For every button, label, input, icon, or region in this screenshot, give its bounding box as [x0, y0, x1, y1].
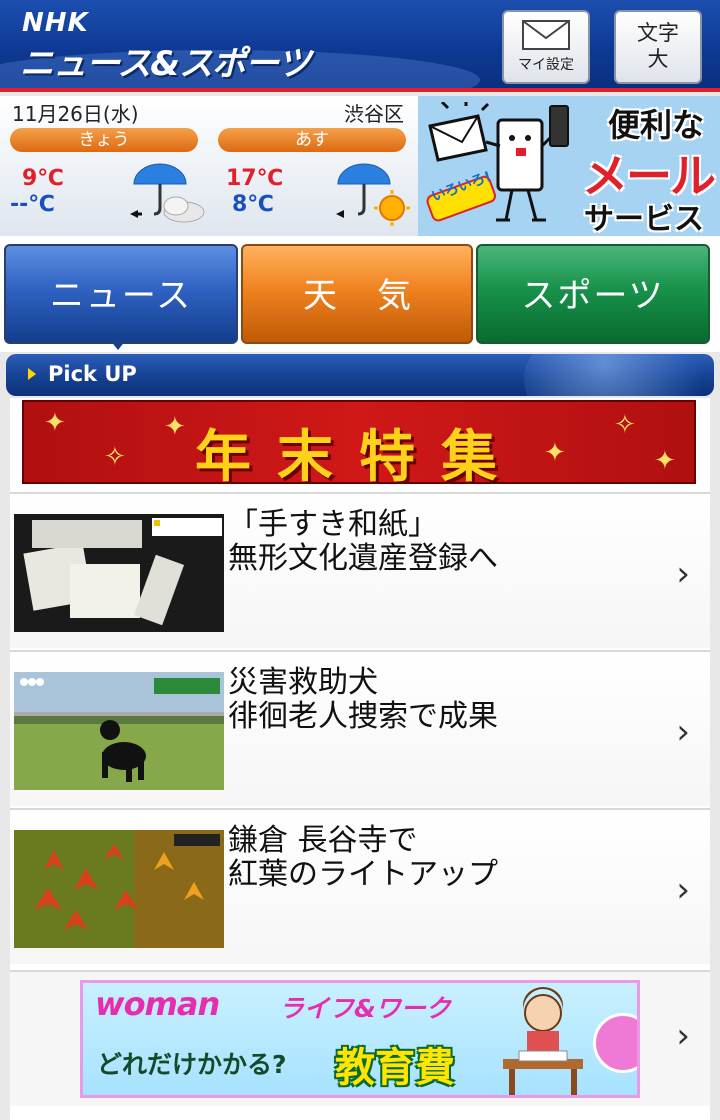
- chevron-right-icon: ›: [676, 554, 690, 594]
- pickup-header: Pick UP: [6, 354, 714, 396]
- news-thumbnail-dog: [14, 672, 224, 790]
- tab-weather[interactable]: 天気: [241, 244, 473, 344]
- news-headline: 災害救助犬 徘徊老人捜索で成果: [228, 665, 498, 734]
- today-label: きょう: [10, 128, 198, 152]
- text-size-label-2: 大: [647, 47, 669, 71]
- woman-ad-sub: ライフ&ワーク: [279, 994, 451, 1023]
- mail-ad-line3: サービス: [584, 202, 704, 236]
- chevron-right-icon: ›: [676, 870, 690, 910]
- student-illustration-icon: [503, 987, 583, 1095]
- chevron-right-icon: ›: [676, 1016, 690, 1056]
- news-item[interactable]: 鎌倉 長谷寺で 紅葉のライトアップ ›: [10, 808, 710, 964]
- globe-decoration: [524, 354, 714, 396]
- woman-ad-brand: woman: [95, 985, 220, 1023]
- active-tab-pointer: [110, 340, 126, 350]
- woman-ad-question: どれだけかかる?: [97, 1050, 287, 1079]
- tomorrow-high: 17℃: [226, 166, 284, 191]
- tab-sports[interactable]: スポーツ: [476, 244, 710, 344]
- category-tabs: ニュース 天気 スポーツ: [0, 236, 720, 352]
- text-size-button[interactable]: 文字 大: [614, 10, 702, 84]
- news-headline: 「手すき和紙」 無形文化遺産登録へ: [228, 507, 498, 576]
- banner-title: 年末特集: [195, 425, 523, 484]
- rain-sun-icon: [336, 163, 410, 226]
- year-end-special-banner[interactable]: ✦ ✧ ✦ ✦ ✧ ✦ 年末特集: [22, 400, 696, 484]
- news-item[interactable]: 「手すき和紙」 無形文化遺産登録へ ›: [10, 492, 710, 648]
- tomorrow-label: あす: [218, 128, 406, 152]
- pickup-list: ✦ ✧ ✦ ✦ ✧ ✦ 年末特集 「手すき和紙」 無形文化遺産登録へ › 災害救…: [10, 398, 710, 1120]
- nhk-logo[interactable]: NHK: [22, 8, 89, 38]
- tab-news[interactable]: ニュース: [4, 244, 238, 344]
- news-thumbnail-washi: [14, 514, 224, 632]
- woman-ad-headline: 教育費: [335, 1045, 455, 1091]
- today-low: --℃: [10, 192, 55, 217]
- my-settings-label: マイ設定: [518, 57, 574, 73]
- envelope-icon: [522, 20, 570, 50]
- weather-widget[interactable]: 11月26日(水) 渋谷区 きょう あす 9℃ --℃ 17℃ 8℃: [0, 96, 418, 236]
- woman-ad-banner[interactable]: woman ライフ&ワーク どれだけかかる? 教育費: [80, 980, 640, 1098]
- chevron-right-icon: ›: [676, 712, 690, 752]
- app-title-logo[interactable]: ニュース&スポーツ: [20, 36, 311, 85]
- app-header: NHK ニュース&スポーツ マイ設定 文字 大: [0, 0, 720, 92]
- pointer-button-icon: [593, 1013, 637, 1073]
- news-item[interactable]: 災害救助犬 徘徊老人捜索で成果 ›: [10, 650, 710, 806]
- news-thumbnail-autumn-leaves: [14, 830, 224, 948]
- news-headline: 鎌倉 長谷寺で 紅葉のライトアップ: [228, 823, 498, 892]
- my-settings-button[interactable]: マイ設定: [502, 10, 590, 84]
- woman-life-work-ad-item[interactable]: woman ライフ&ワーク どれだけかかる? 教育費 ›: [10, 970, 710, 1106]
- text-size-label-1: 文字: [637, 21, 679, 45]
- pickup-label: Pick UP: [48, 362, 137, 386]
- rain-cloud-icon: [130, 163, 205, 223]
- mail-service-ad[interactable]: いろいろ! 便利な メール サービス: [418, 96, 720, 236]
- weather-area: 渋谷区: [344, 102, 404, 126]
- today-high: 9℃: [22, 166, 64, 191]
- tomorrow-low: 8℃: [232, 192, 274, 217]
- weather-date: 11月26日(水): [12, 102, 139, 126]
- mail-mascot-icon: [426, 102, 569, 222]
- pickup-arrow-icon: [28, 368, 36, 380]
